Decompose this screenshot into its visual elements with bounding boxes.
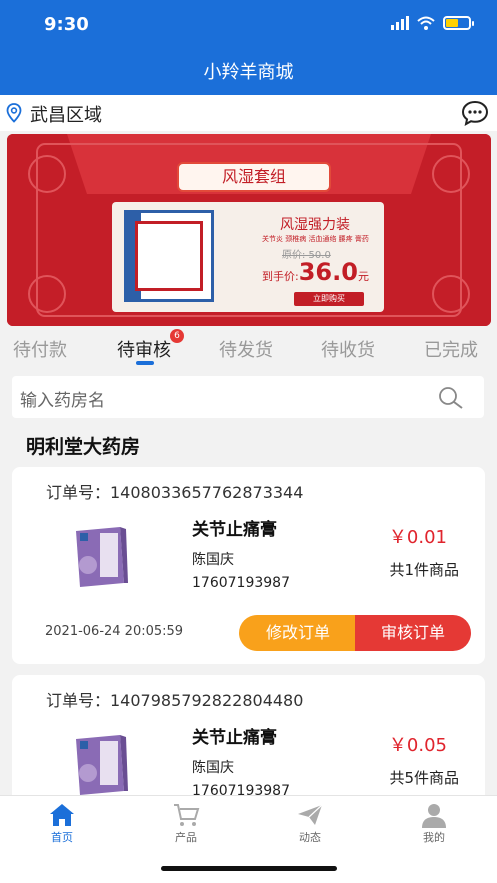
- order-price: ￥0.01: [388, 527, 447, 548]
- nav-profile-label: 我的: [423, 831, 445, 844]
- pending-review-badge: 6: [170, 329, 184, 343]
- signal-icon: [391, 16, 409, 30]
- pharmacy-name: 明利堂大药房: [26, 436, 141, 458]
- tab-pending-receipt[interactable]: 待收货: [321, 336, 375, 362]
- deal-unit: 元: [357, 270, 369, 283]
- deal-label: 到手价:: [262, 270, 299, 283]
- home-icon: [50, 804, 74, 826]
- nav-feed-label: 动态: [299, 831, 321, 844]
- cart-icon: [174, 804, 200, 826]
- active-tab-indicator: [136, 361, 154, 365]
- status-time: 9:30: [44, 14, 89, 35]
- tab-completed[interactable]: 已完成: [424, 336, 478, 362]
- customer-name: 陈国庆: [192, 760, 234, 776]
- order-number: 订单号：1407985792822804480: [46, 691, 304, 710]
- nav-feed[interactable]: 动态: [280, 802, 340, 845]
- order-date: 2021-06-24 20:05:59: [45, 624, 184, 639]
- product-image: [76, 527, 128, 587]
- banner-deal-price: 到手价:36.0元: [262, 258, 369, 286]
- deal-price-value: 36.0: [298, 258, 358, 286]
- status-icons: [391, 16, 474, 30]
- order-card[interactable]: 订单号：1408033657762873344 关节止痛膏 陈国庆 176071…: [12, 467, 485, 664]
- nav-products[interactable]: 产品: [156, 802, 216, 845]
- order-quantity: 共1件商品: [389, 561, 459, 579]
- order-status-tabs: 待付款 待审核 待发货 待收货 已完成: [0, 330, 497, 370]
- order-number: 订单号：1408033657762873344: [46, 483, 304, 502]
- wifi-icon: [417, 16, 435, 30]
- customer-phone: 17607193987: [192, 575, 290, 591]
- customer-name: 陈国庆: [192, 552, 234, 568]
- buy-now-button[interactable]: 立即购买: [294, 292, 364, 306]
- review-order-button[interactable]: 审核订单: [355, 615, 471, 651]
- banner-product-image: [124, 210, 214, 302]
- location-pin-icon: [6, 103, 22, 123]
- home-indicator: [161, 866, 337, 871]
- banner-tagline: 关节炎 颈椎病 活血通络 腰疼 膏药: [262, 235, 369, 243]
- tab-pending-payment[interactable]: 待付款: [13, 336, 67, 362]
- edit-order-button[interactable]: 修改订单: [239, 615, 357, 651]
- bottom-nav: 首页 产品 动态 我的: [0, 795, 497, 883]
- banner-product-card: 风湿强力装 关节炎 颈椎病 活血通络 腰疼 膏药 原价: 50.0 到手价:36…: [112, 202, 384, 312]
- product-name: 关节止痛膏: [192, 520, 277, 540]
- promo-banner[interactable]: 风湿套组 风湿强力装 关节炎 颈椎病 活血通络 腰疼 膏药 原价: 50.0 到…: [7, 134, 491, 326]
- pharmacy-search-input[interactable]: 输入药房名: [12, 376, 484, 418]
- search-icon[interactable]: [438, 386, 464, 410]
- order-price: ￥0.05: [388, 735, 447, 756]
- location-bar: 武昌区域: [0, 95, 497, 131]
- nav-home[interactable]: 首页: [32, 802, 92, 845]
- page-title: 小羚羊商城: [0, 50, 497, 95]
- banner-headline: 风湿强力装: [280, 217, 350, 233]
- user-icon: [422, 804, 446, 828]
- banner-title: 风湿套组: [177, 162, 331, 192]
- nav-home-label: 首页: [51, 831, 73, 844]
- order-quantity: 共5件商品: [389, 769, 459, 787]
- nav-products-label: 产品: [175, 831, 197, 844]
- tab-pending-shipment[interactable]: 待发货: [219, 336, 273, 362]
- paper-plane-icon: [298, 804, 323, 825]
- product-name: 关节止痛膏: [192, 728, 277, 748]
- region-label[interactable]: 武昌区域: [30, 101, 102, 127]
- product-image: [76, 735, 128, 795]
- tab-pending-review[interactable]: 待审核: [117, 336, 171, 362]
- message-icon[interactable]: [461, 100, 489, 126]
- search-placeholder: 输入药房名: [20, 391, 105, 411]
- nav-profile[interactable]: 我的: [404, 802, 464, 845]
- status-bar: 9:30: [0, 0, 497, 50]
- order-card[interactable]: 订单号：1407985792822804480 关节止痛膏 陈国庆 176071…: [12, 675, 485, 815]
- battery-icon: [443, 16, 474, 30]
